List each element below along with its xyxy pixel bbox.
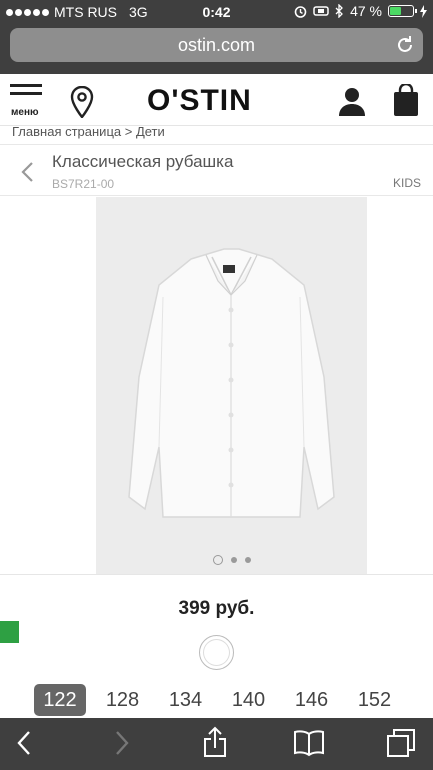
pager-dot-1[interactable] <box>212 555 223 565</box>
bluetooth-icon <box>335 4 343 18</box>
breadcrumb[interactable]: Главная страница > Дети <box>12 124 165 139</box>
browser-back-icon[interactable] <box>16 730 32 756</box>
browser-forward-icon[interactable] <box>114 730 130 756</box>
pager-dot-2[interactable] <box>230 557 237 563</box>
size-option-134[interactable]: 134 <box>154 684 217 716</box>
size-selector: 122 128 134 140 146 152 <box>28 684 406 716</box>
battery-level-fill <box>390 7 402 15</box>
color-swatch-white[interactable] <box>199 635 234 670</box>
charging-icon <box>420 4 427 18</box>
battery-percent: 47 % <box>350 3 382 19</box>
status-right: 47 % <box>294 3 427 19</box>
product-image[interactable] <box>96 197 367 574</box>
product-title: Классическая рубашка <box>52 152 234 171</box>
share-icon[interactable] <box>203 726 227 758</box>
product-title-bar: Классическая рубашка BS7R21-00 KIDS <box>0 144 433 196</box>
pager-dot-3[interactable] <box>244 557 251 563</box>
site-header: меню O'STIN <box>0 74 433 126</box>
browser-top-chrome: MTS RUS 3G 0:42 47 % ostin.com <box>0 0 433 74</box>
size-option-122[interactable]: 122 <box>34 684 86 716</box>
url-text: ostin.com <box>177 34 256 55</box>
location-pin-icon[interactable] <box>70 86 94 118</box>
side-feedback-tab[interactable] <box>0 621 19 643</box>
reload-icon[interactable] <box>395 35 415 55</box>
battery-icon <box>388 5 417 17</box>
product-category-tag: KIDS <box>392 176 421 190</box>
status-bar: MTS RUS 3G 0:42 47 % <box>0 0 433 24</box>
size-option-152[interactable]: 152 <box>343 684 406 716</box>
brand-logo[interactable]: O'STIN <box>147 84 252 118</box>
product-sku: BS7R21-00 <box>52 177 115 191</box>
hamburger-icon <box>10 84 42 87</box>
size-option-146[interactable]: 146 <box>280 684 343 716</box>
size-option-128[interactable]: 128 <box>91 684 154 716</box>
logo-text: O'STIN <box>147 84 252 117</box>
account-icon[interactable] <box>337 86 367 116</box>
browser-toolbar <box>0 718 433 770</box>
back-chevron-icon[interactable] <box>20 161 34 183</box>
menu-button[interactable]: меню <box>10 84 44 120</box>
product-price: 399 руб. <box>178 598 255 619</box>
shirt-illustration <box>128 248 335 518</box>
divider <box>0 574 433 575</box>
image-pager[interactable] <box>96 555 367 565</box>
bookmarks-icon[interactable] <box>293 729 325 757</box>
tabs-icon[interactable] <box>386 728 416 758</box>
address-bar[interactable]: ostin.com <box>10 28 423 62</box>
size-option-140[interactable]: 140 <box>217 684 280 716</box>
alarm-icon <box>294 5 307 18</box>
menu-label: меню <box>11 107 39 118</box>
shopping-bag-icon[interactable] <box>393 84 419 116</box>
orientation-lock-icon <box>313 6 329 16</box>
